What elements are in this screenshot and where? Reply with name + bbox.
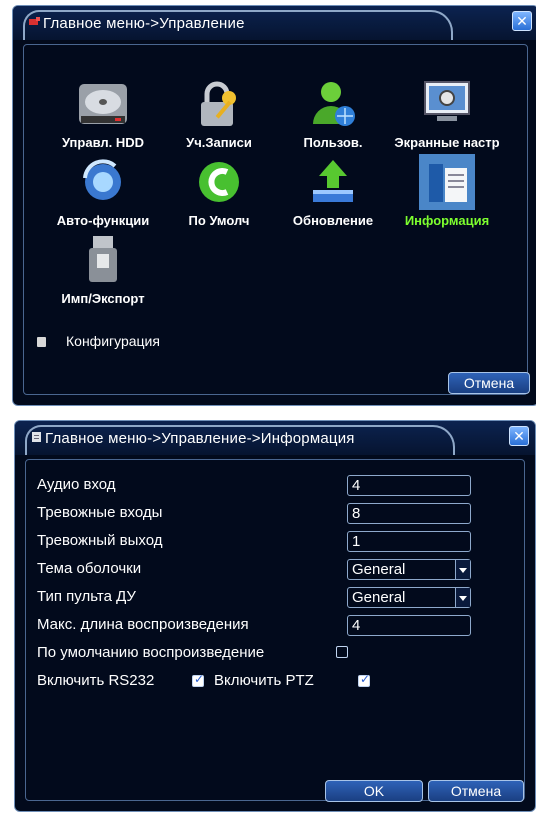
bullet-icon	[37, 337, 46, 347]
config-label: Конфигурация	[66, 333, 160, 349]
alarm-out-label: Тревожный выход	[37, 532, 163, 549]
tile-info[interactable]: Информация	[389, 154, 505, 228]
tile-label: Пользов.	[303, 135, 363, 150]
tile-label: Экранные настр	[394, 135, 500, 150]
remote-value: General	[352, 589, 406, 606]
ptz-label: Включить PTZ	[214, 672, 314, 689]
usb-import-export-icon	[75, 232, 131, 288]
skin-select[interactable]: General	[347, 559, 471, 580]
ptz-checkbox[interactable]	[358, 672, 370, 687]
tile-label: Управл. HDD	[61, 135, 145, 150]
chevron-down-icon[interactable]	[455, 588, 470, 607]
menu-icon	[29, 17, 40, 25]
close-button[interactable]: ✕	[512, 11, 532, 31]
chevron-down-icon[interactable]	[455, 560, 470, 579]
alarm-in-label: Тревожные входы	[37, 504, 163, 521]
title-bar: Главное меню->Управление->Информация ✕	[15, 421, 535, 455]
default-play-checkbox[interactable]	[336, 646, 348, 658]
remote-select[interactable]: General	[347, 587, 471, 608]
management-window: Главное меню->Управление ✕ Управл. HDD У	[12, 5, 536, 406]
skin-value: General	[352, 561, 406, 578]
alarm-out-field[interactable]: 1	[347, 531, 471, 552]
play-length-label: Макс. длина воспроизведения	[37, 616, 249, 633]
audio-in-label: Аудио вход	[37, 476, 116, 493]
title-bar: Главное меню->Управление ✕	[13, 6, 536, 40]
cancel-button[interactable]: Отмена	[448, 372, 530, 394]
default-play-label: По умолчанию воспроизведение	[37, 644, 265, 661]
rs232-checkbox[interactable]	[192, 672, 204, 687]
tile-hdd[interactable]: Управл. HDD	[45, 76, 161, 150]
tile-label: Авто-функции	[56, 213, 150, 228]
rs232-label: Включить RS232	[37, 672, 155, 689]
config-link[interactable]: Конфигурация	[37, 333, 160, 349]
hdd-icon	[75, 76, 131, 132]
info-icon	[419, 154, 475, 210]
ok-button[interactable]: OK	[325, 780, 423, 802]
tile-record[interactable]: Уч.Записи	[161, 76, 277, 150]
skin-label: Тема оболочки	[37, 560, 142, 577]
auto-function-icon	[75, 154, 131, 210]
tile-auto[interactable]: Авто-функции	[45, 154, 161, 228]
lock-icon	[191, 76, 247, 132]
tile-label: Имп/Экспорт	[61, 291, 145, 306]
close-button[interactable]: ✕	[509, 426, 529, 446]
remote-label: Тип пульта ДУ	[37, 588, 136, 605]
window-title: Главное меню->Управление	[43, 15, 245, 32]
window-title: Главное меню->Управление->Информация	[45, 430, 355, 447]
info-window: Главное меню->Управление->Информация ✕ А…	[14, 420, 536, 812]
tile-display[interactable]: Экранные настр	[389, 76, 505, 150]
page-icon	[32, 432, 41, 442]
cancel-button[interactable]: Отмена	[428, 780, 524, 802]
tile-upgrade[interactable]: Обновление	[275, 154, 391, 228]
tile-default[interactable]: По Умолч	[161, 154, 277, 228]
tile-label: Информация	[404, 213, 490, 228]
user-icon	[305, 76, 361, 132]
display-settings-icon	[419, 76, 475, 132]
play-length-field[interactable]: 4	[347, 615, 471, 636]
tile-users[interactable]: Пользов.	[275, 76, 391, 150]
tile-import-export[interactable]: Имп/Экспорт	[45, 232, 161, 306]
tile-label: Уч.Записи	[186, 135, 252, 150]
alarm-in-field[interactable]: 8	[347, 503, 471, 524]
tile-label: Обновление	[292, 213, 374, 228]
default-reset-icon	[191, 154, 247, 210]
upgrade-icon	[305, 154, 361, 210]
audio-in-field[interactable]: 4	[347, 475, 471, 496]
tile-label: По Умолч	[188, 213, 250, 228]
